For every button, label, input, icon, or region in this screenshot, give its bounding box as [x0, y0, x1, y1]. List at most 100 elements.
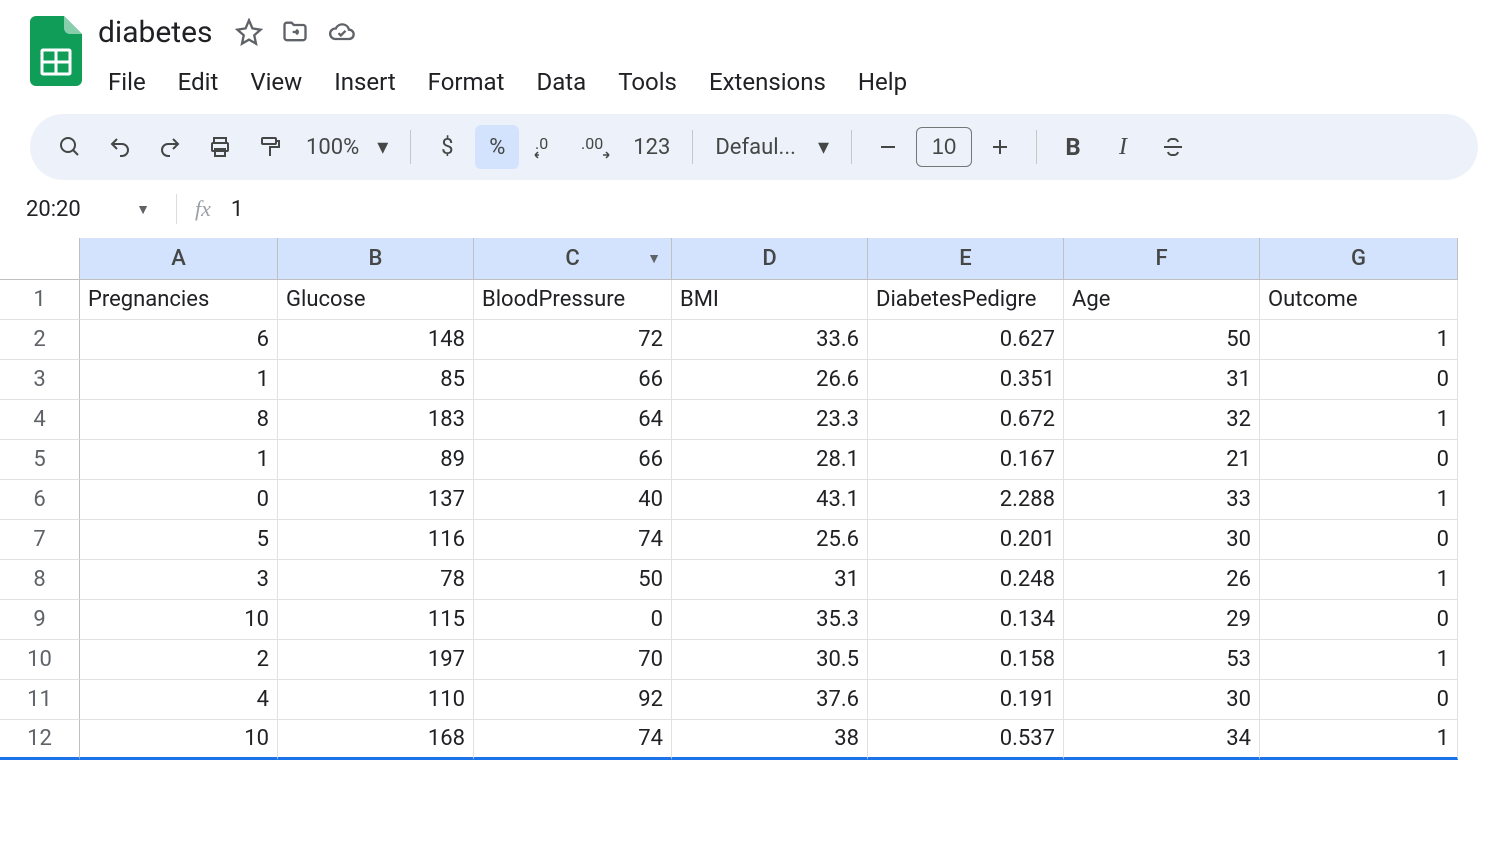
col-header-d[interactable]: D — [672, 238, 868, 280]
strikethrough-button[interactable] — [1151, 125, 1195, 169]
cell[interactable]: 0 — [1260, 360, 1458, 400]
cell[interactable]: 6 — [80, 320, 278, 360]
cell[interactable]: 0.191 — [868, 680, 1064, 720]
cell[interactable]: 10 — [80, 720, 278, 760]
redo-icon[interactable] — [148, 125, 192, 169]
cell[interactable]: 21 — [1064, 440, 1260, 480]
cell[interactable]: 53 — [1064, 640, 1260, 680]
cell[interactable]: 116 — [278, 520, 474, 560]
cell[interactable]: 29 — [1064, 600, 1260, 640]
cell[interactable]: 5 — [80, 520, 278, 560]
cell[interactable]: 66 — [474, 360, 672, 400]
cell[interactable]: 0 — [1260, 600, 1458, 640]
cell[interactable]: 31 — [1064, 360, 1260, 400]
cell[interactable]: BMI — [672, 280, 868, 320]
cell[interactable]: 23.3 — [672, 400, 868, 440]
row-header[interactable]: 8 — [0, 560, 80, 600]
document-title[interactable]: diabetes — [94, 13, 217, 52]
row-header[interactable]: 5 — [0, 440, 80, 480]
cell[interactable]: 85 — [278, 360, 474, 400]
name-box[interactable]: 20:20 ▼ — [18, 193, 158, 226]
cell[interactable]: 1 — [80, 360, 278, 400]
cell[interactable]: 78 — [278, 560, 474, 600]
cell[interactable]: 89 — [278, 440, 474, 480]
currency-button[interactable]: $ — [425, 125, 469, 169]
cell[interactable]: 66 — [474, 440, 672, 480]
select-all-corner[interactable] — [0, 238, 80, 280]
cell[interactable]: Glucose — [278, 280, 474, 320]
cell[interactable]: 74 — [474, 520, 672, 560]
cell[interactable]: 197 — [278, 640, 474, 680]
font-size-input[interactable] — [916, 127, 972, 167]
cell[interactable]: 0.201 — [868, 520, 1064, 560]
cell[interactable]: 0 — [1260, 680, 1458, 720]
cell[interactable]: 1 — [80, 440, 278, 480]
sheets-logo[interactable] — [30, 16, 82, 86]
cell[interactable]: 70 — [474, 640, 672, 680]
row-header[interactable]: 10 — [0, 640, 80, 680]
cell[interactable]: 1 — [1260, 320, 1458, 360]
menu-insert[interactable]: Insert — [320, 62, 409, 102]
cell[interactable]: 2 — [80, 640, 278, 680]
col-header-f[interactable]: F — [1064, 238, 1260, 280]
cell[interactable]: 92 — [474, 680, 672, 720]
menu-extensions[interactable]: Extensions — [695, 62, 840, 102]
menu-view[interactable]: View — [236, 62, 316, 102]
spreadsheet-grid[interactable]: A B C▼ D E F G 1 Pregnancies Glucose Blo… — [0, 238, 1498, 760]
cell[interactable]: 3 — [80, 560, 278, 600]
cell[interactable]: 25.6 — [672, 520, 868, 560]
menu-help[interactable]: Help — [844, 62, 921, 102]
cell[interactable]: 40 — [474, 480, 672, 520]
move-folder-icon[interactable] — [281, 18, 309, 46]
cell[interactable]: 30 — [1064, 680, 1260, 720]
col-header-c[interactable]: C▼ — [474, 238, 672, 280]
cell[interactable]: 0.134 — [868, 600, 1064, 640]
cell[interactable]: 0.627 — [868, 320, 1064, 360]
number-format-button[interactable]: 123 — [625, 125, 678, 169]
cell[interactable]: 1 — [1260, 640, 1458, 680]
row-header[interactable]: 7 — [0, 520, 80, 560]
cell[interactable]: 26.6 — [672, 360, 868, 400]
cell[interactable]: 28.1 — [672, 440, 868, 480]
undo-icon[interactable] — [98, 125, 142, 169]
print-icon[interactable] — [198, 125, 242, 169]
chevron-down-icon[interactable]: ▼ — [647, 250, 661, 267]
cell[interactable]: 38 — [672, 720, 868, 760]
row-header[interactable]: 4 — [0, 400, 80, 440]
cell[interactable]: 50 — [1064, 320, 1260, 360]
zoom-select[interactable]: 100% ▾ — [298, 125, 396, 169]
bold-button[interactable]: B — [1051, 125, 1095, 169]
cell[interactable]: 0 — [80, 480, 278, 520]
col-header-g[interactable]: G — [1260, 238, 1458, 280]
cell[interactable]: DiabetesPedigre — [868, 280, 1064, 320]
cell[interactable]: 137 — [278, 480, 474, 520]
star-icon[interactable] — [235, 18, 263, 46]
paint-format-icon[interactable] — [248, 125, 292, 169]
cell[interactable]: 0.351 — [868, 360, 1064, 400]
increase-decimal-icon[interactable]: .00 — [575, 125, 619, 169]
cell[interactable]: 0 — [1260, 440, 1458, 480]
search-icon[interactable] — [48, 125, 92, 169]
cell[interactable]: 115 — [278, 600, 474, 640]
cell[interactable]: BloodPressure — [474, 280, 672, 320]
cell[interactable]: 1 — [1260, 720, 1458, 760]
cell[interactable]: 1 — [1260, 480, 1458, 520]
cell[interactable]: 37.6 — [672, 680, 868, 720]
cell[interactable]: 0.537 — [868, 720, 1064, 760]
italic-button[interactable]: I — [1101, 125, 1145, 169]
row-header[interactable]: 12 — [0, 720, 80, 760]
cell[interactable]: 0 — [474, 600, 672, 640]
col-header-a[interactable]: A — [80, 238, 278, 280]
cell[interactable]: 31 — [672, 560, 868, 600]
cell[interactable]: Outcome — [1260, 280, 1458, 320]
cell[interactable]: Age — [1064, 280, 1260, 320]
row-header[interactable]: 3 — [0, 360, 80, 400]
cell[interactable]: 26 — [1064, 560, 1260, 600]
menu-edit[interactable]: Edit — [164, 62, 233, 102]
cell[interactable]: 35.3 — [672, 600, 868, 640]
cell[interactable]: 1 — [1260, 400, 1458, 440]
menu-format[interactable]: Format — [414, 62, 519, 102]
cell[interactable]: 168 — [278, 720, 474, 760]
cell[interactable]: 2.288 — [868, 480, 1064, 520]
cell[interactable]: 148 — [278, 320, 474, 360]
